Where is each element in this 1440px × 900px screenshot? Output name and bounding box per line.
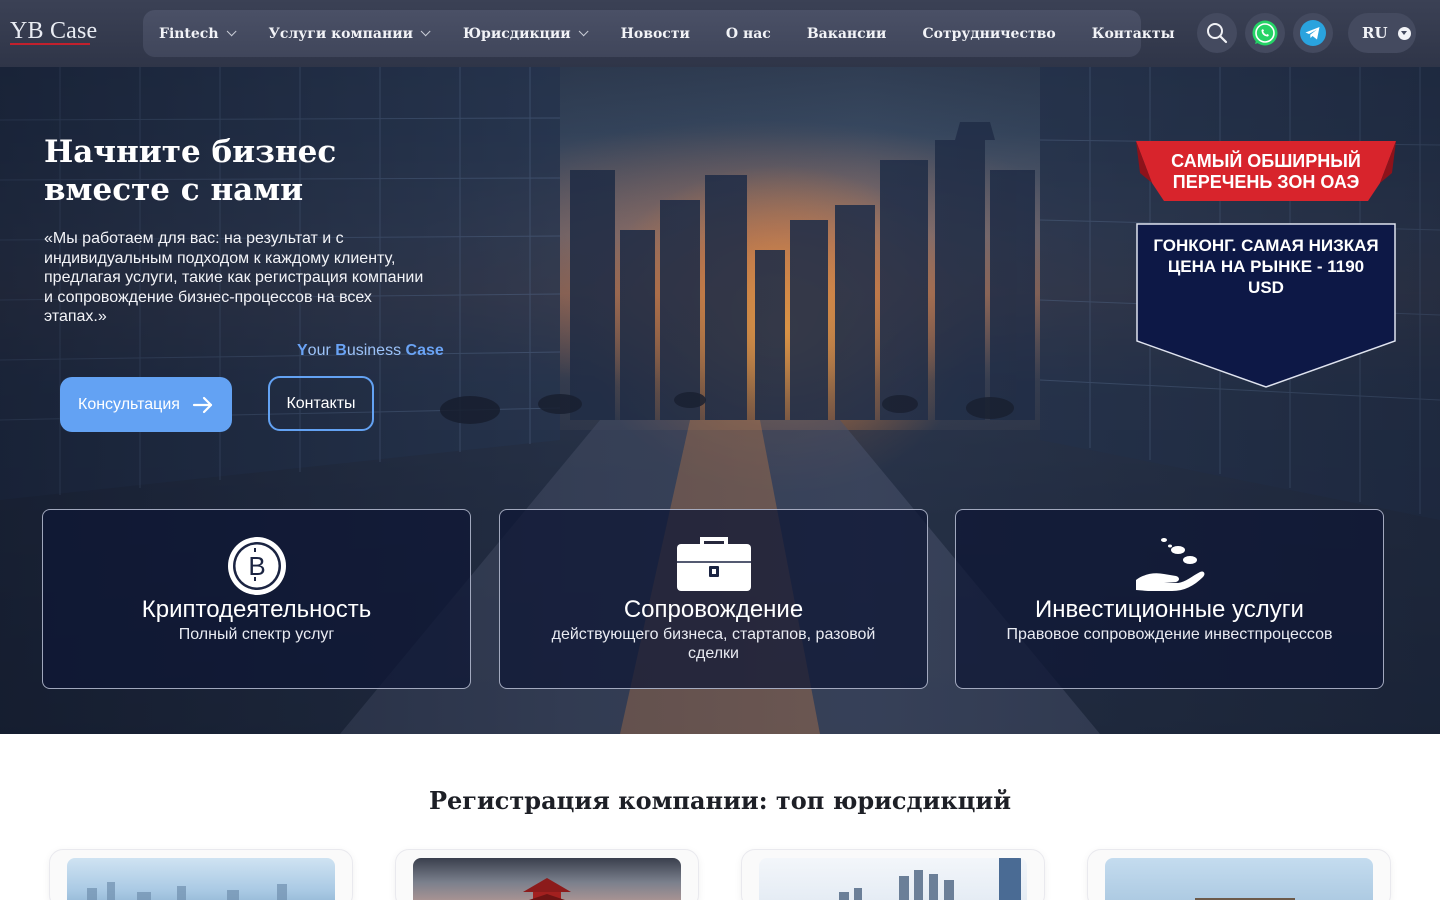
nav-item-about[interactable]: О нас	[726, 26, 771, 42]
nav-item-fintech[interactable]: Fintech	[159, 25, 237, 42]
whatsapp-icon	[1252, 20, 1278, 46]
language-label: RU	[1362, 24, 1388, 42]
tagline-part: usiness	[346, 342, 406, 359]
tagline-letter: B	[335, 342, 347, 359]
whatsapp-button[interactable]	[1245, 13, 1285, 53]
consultation-button[interactable]: Консультация	[60, 377, 232, 432]
card-icon-wrap: B	[43, 536, 470, 596]
card-icon-wrap	[500, 536, 927, 596]
marina-image	[1195, 898, 1295, 900]
jurisdiction-card[interactable]	[395, 849, 699, 900]
jurisdiction-image	[67, 858, 335, 900]
chevron-down-icon	[1398, 27, 1411, 40]
telegram-icon	[1300, 20, 1326, 46]
main-nav: Fintech Услуги компании Юрисдикции Новос…	[143, 10, 1175, 57]
nav-item-vacancies[interactable]: Вакансии	[807, 26, 887, 42]
pagoda-image	[523, 878, 571, 900]
promo-ribbon-uae[interactable]: САМЫЙ ОБШИРНЫЙ ПЕРЕЧЕНЬ ЗОН ОАЭ	[1136, 151, 1396, 193]
hero-title: Начните бизнес вместе с нами	[44, 133, 464, 209]
hand-coins-icon	[1135, 538, 1204, 591]
telegram-button[interactable]	[1293, 13, 1333, 53]
briefcase-icon	[676, 537, 751, 591]
section-title: Регистрация компании: топ юрисдикций	[428, 786, 1011, 815]
promo-shield-hongkong[interactable]: ГОНКОНГ. САМАЯ НИЗКАЯ ЦЕНА НА РЫНКЕ - 11…	[1150, 235, 1382, 298]
hero-title-line: вместе с нами	[44, 172, 304, 208]
jurisdiction-image	[759, 858, 1027, 900]
nav-item-label: Fintech	[159, 25, 219, 42]
card-subtitle: Правовое сопровождение инвестпроцессов	[1006, 626, 1333, 643]
nav-item-news[interactable]: Новости	[621, 26, 690, 42]
contacts-button[interactable]: Контакты	[268, 376, 374, 431]
consultation-button-label: Консультация	[78, 395, 180, 413]
service-card-investment[interactable]: Инвестиционные услуги Правовое сопровожд…	[955, 509, 1384, 689]
jurisdiction-image	[1105, 858, 1373, 900]
tagline-part: Case	[405, 342, 444, 359]
card-title: Сопровождение	[623, 596, 804, 623]
nav-item-partnership[interactable]: Сотрудничество	[922, 26, 1055, 42]
jurisdiction-card[interactable]	[49, 849, 353, 900]
city-skyline-image	[87, 882, 287, 900]
site-logo[interactable]: YB Case	[10, 18, 97, 45]
nav-item-jurisdictions[interactable]: Юрисдикции	[463, 25, 589, 42]
hero-tagline: Your Business Case	[297, 342, 444, 360]
service-card-crypto[interactable]: B Криптодеятельность Полный спектр услуг	[42, 509, 471, 689]
service-card-support[interactable]: Сопровождение действующего бизнеса, стар…	[499, 509, 928, 689]
chevron-down-icon	[226, 26, 237, 37]
card-title: Инвестиционные услуги	[1035, 596, 1304, 623]
nav-item-services[interactable]: Услуги компании	[268, 25, 431, 42]
chevron-down-icon	[578, 26, 589, 37]
nav-item-label: Услуги компании	[268, 25, 414, 42]
logo-underline	[10, 43, 90, 45]
hero-title-line: Начните бизнес	[44, 134, 337, 170]
svg-text:B: B	[248, 551, 265, 581]
chevron-down-icon	[420, 26, 431, 37]
card-title: Криптодеятельность	[141, 596, 372, 623]
jurisdiction-card[interactable]	[741, 849, 1045, 900]
city-towers-image	[839, 858, 1021, 900]
nav-item-contacts[interactable]: Контакты	[1092, 26, 1175, 42]
jurisdiction-image	[413, 858, 681, 900]
arrow-right-icon	[192, 396, 213, 413]
card-icon-wrap	[956, 536, 1383, 596]
tagline-part: our	[307, 342, 336, 359]
language-selector[interactable]: RU	[1348, 13, 1416, 53]
jurisdiction-card[interactable]	[1087, 849, 1391, 900]
search-button[interactable]	[1197, 13, 1237, 53]
bitcoin-icon: B	[227, 537, 286, 595]
tagline-letter: Y	[297, 342, 308, 359]
hero-description: «Мы работаем для вас: на результат и с и…	[44, 230, 424, 325]
site-header: YB Case Fintech Услуги компании Юрисдикц…	[0, 0, 1440, 67]
nav-item-label: Юрисдикции	[463, 25, 571, 42]
card-subtitle: Полный спектр услуг	[178, 626, 335, 643]
search-icon	[1207, 23, 1228, 44]
card-subtitle: действующего бизнеса, стартапов, разовой…	[551, 626, 876, 662]
